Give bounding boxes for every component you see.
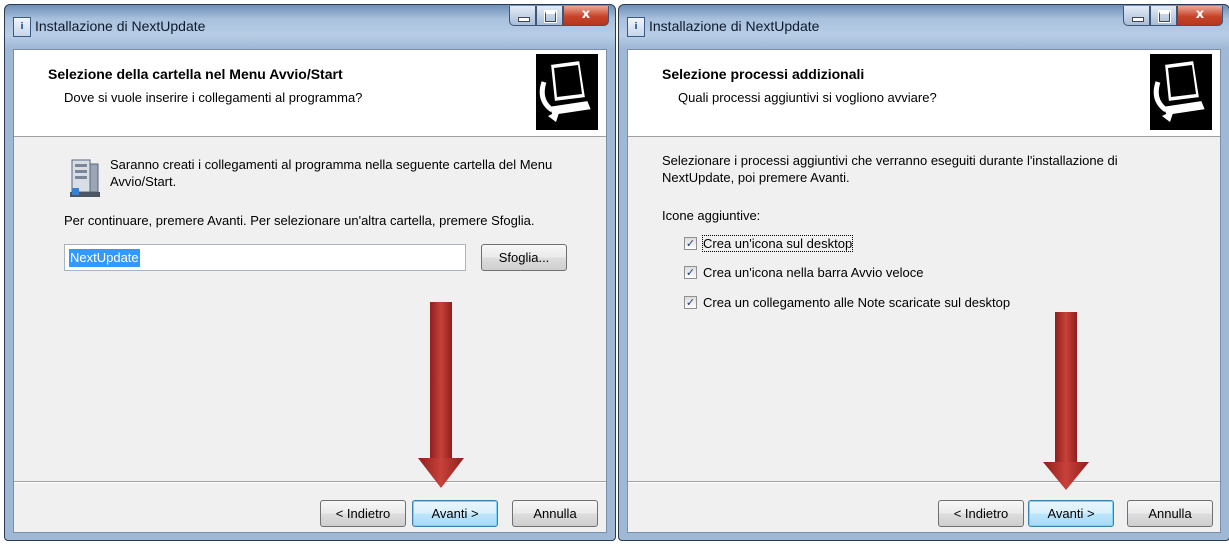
setup-window-folder: i Installazione di NextUpdate x Selezion… <box>4 4 616 541</box>
red-down-arrow-annotation-left <box>418 302 464 488</box>
back-button[interactable]: < Indietro <box>938 500 1024 527</box>
program-folder-icon <box>68 158 102 200</box>
page-title: Selezione della cartella nel Menu Avvio/… <box>48 66 343 82</box>
title-bar[interactable]: i Installazione di NextUpdate x <box>5 5 615 49</box>
page-subtitle: Dove si vuole inserire i collegamenti al… <box>64 90 363 105</box>
minimize-icon <box>1132 17 1144 22</box>
window-title: Installazione di NextUpdate <box>649 18 820 34</box>
wizard-header: Selezione della cartella nel Menu Avvio/… <box>14 50 606 137</box>
setup-window-tasks: i Installazione di NextUpdate x Selezion… <box>618 4 1229 541</box>
back-button[interactable]: < Indietro <box>320 500 406 527</box>
close-button[interactable]: x <box>1177 6 1223 26</box>
next-button[interactable]: Avanti > <box>412 500 498 527</box>
window-controls: x <box>1123 6 1223 28</box>
wizard-client-area: Selezione della cartella nel Menu Avvio/… <box>13 49 607 533</box>
wizard-header: Selezione processi addizionali Quali pro… <box>628 50 1220 137</box>
checkbox-label[interactable]: Crea un'icona nella barra Avvio veloce <box>703 265 924 280</box>
minimize-button[interactable] <box>509 6 536 26</box>
folder-input-value: NextUpdate <box>69 249 140 267</box>
setup-computer-logo-icon <box>1150 54 1212 130</box>
checkbox-box[interactable]: ✓ <box>684 266 697 279</box>
tasks-description-line-1: Selezionare i processi aggiuntivi che ve… <box>662 153 1118 168</box>
close-button[interactable]: x <box>563 6 609 26</box>
minimize-button[interactable] <box>1123 6 1150 26</box>
tasks-description-line-2: NextUpdate, poi premere Avanti. <box>662 170 850 185</box>
additional-icons-group-label: Icone aggiuntive: <box>662 208 761 223</box>
shortcut-info-line-1: Saranno creati i collegamenti al program… <box>110 157 553 172</box>
browse-button[interactable]: Sfoglia... <box>481 244 567 271</box>
instruction-text: Per continuare, premere Avanti. Per sele… <box>64 213 535 228</box>
red-down-arrow-annotation-right <box>1043 312 1089 490</box>
maximize-button[interactable] <box>536 6 563 26</box>
minimize-icon <box>518 17 530 22</box>
title-bar[interactable]: i Installazione di NextUpdate x <box>619 5 1229 49</box>
setup-app-icon: i <box>13 17 31 37</box>
checkbox-label[interactable]: Crea un'icona sul desktop <box>701 235 854 252</box>
maximize-icon <box>544 10 557 23</box>
maximize-icon <box>1158 10 1171 23</box>
next-button[interactable]: Avanti > <box>1028 500 1114 527</box>
page-subtitle: Quali processi aggiuntivi si vogliono av… <box>678 90 937 105</box>
checkbox-box[interactable]: ✓ <box>684 237 697 250</box>
start-menu-folder-input[interactable]: NextUpdate <box>64 244 466 271</box>
page-title: Selezione processi addizionali <box>662 66 865 82</box>
maximize-button[interactable] <box>1150 6 1177 26</box>
checkbox-box[interactable]: ✓ <box>684 296 697 309</box>
footer-divider <box>14 481 606 483</box>
checkbox-label[interactable]: Crea un collegamento alle Note scaricate… <box>703 295 1010 310</box>
setup-computer-logo-icon <box>536 54 598 130</box>
setup-app-icon: i <box>627 17 645 37</box>
window-title: Installazione di NextUpdate <box>35 18 206 34</box>
shortcut-info-line-2: Avvio/Start. <box>110 174 177 189</box>
wizard-client-area: Selezione processi addizionali Quali pro… <box>627 49 1221 533</box>
window-controls: x <box>509 6 609 28</box>
cancel-button[interactable]: Annulla <box>1127 500 1213 527</box>
cancel-button[interactable]: Annulla <box>512 500 598 527</box>
footer-divider <box>628 481 1220 483</box>
